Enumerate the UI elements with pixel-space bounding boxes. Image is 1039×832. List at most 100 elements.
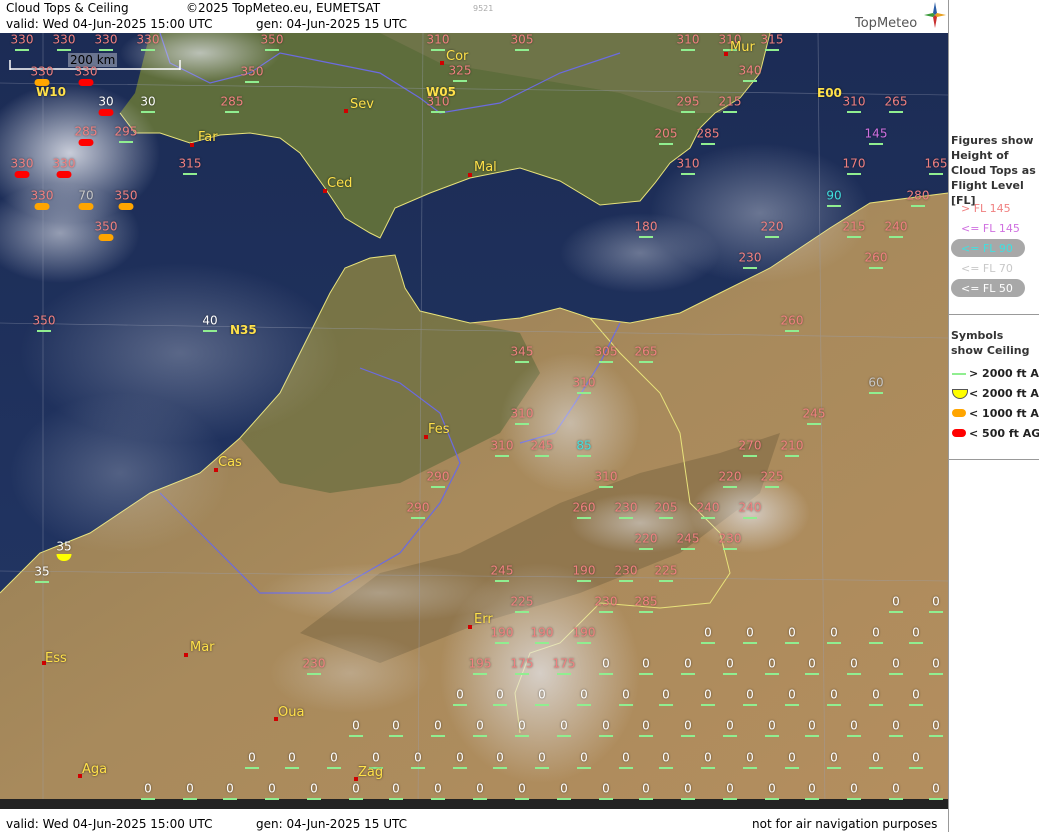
ceiling-symbol [577,455,591,457]
cloud-top-label: 0 [704,750,712,765]
cloud-top-label: 0 [268,781,276,796]
ceiling-symbol [785,455,799,457]
cloud-top-label: 230 [302,656,326,671]
city-label: Oua [278,705,305,720]
cloud-top-label: 40 [202,313,218,328]
ceiling-symbol [78,139,94,146]
ceiling-symbol [869,143,883,145]
cloud-top-label: 240 [696,500,720,515]
ceiling-symbol [577,767,591,769]
cloud-top-label: 330 [52,32,76,47]
ceiling-symbol [869,642,883,644]
ceiling-symbol [869,704,883,706]
cloud-top-label: 0 [768,656,776,671]
ceiling-symbol [723,673,737,675]
footer-generated-time: gen: 04-Jun-2025 15 UTC [256,817,408,831]
cloud-top-label: 230 [614,563,638,578]
ceiling-symbol [807,423,821,425]
cloud-top-label: 170 [842,156,866,171]
cloud-top-label: 315 [178,156,202,171]
ceiling-symbol [431,111,445,113]
cloud-top-label: 330 [10,156,34,171]
grid-label: N35 [230,323,257,337]
cloud-top-label: 0 [476,781,484,796]
cloud-top-label: 90 [826,188,842,203]
city-label: Mal [474,160,497,175]
cloud-top-label: 145 [864,126,888,141]
ceiling-symbol [639,361,653,363]
ceiling-symbol [493,704,507,706]
cloud-top-label: 0 [476,718,484,733]
ceiling-symbol [453,704,467,706]
cloud-top-label: 0 [808,718,816,733]
ceiling-symbol [473,735,487,737]
ceiling-symbol [723,798,737,800]
ceiling-symbol [847,673,861,675]
ceiling-symbol [889,111,903,113]
cloud-top-label: 350 [32,313,56,328]
cloud-top-label: 230 [718,531,742,546]
ceiling-symbol [889,236,903,238]
cloud-top-label: 0 [538,750,546,765]
cloud-top-label: 30 [98,94,114,109]
cloud-top-label: 315 [760,32,784,47]
ceiling-symbol [869,392,883,394]
cloud-top-label: 0 [144,781,152,796]
legend-ceiling-item: < 2000 ft AGL [969,387,1039,400]
legend-ceiling-heading: Symbols show Ceiling [951,329,1030,357]
cloud-top-label: 310 [572,375,596,390]
cloud-top-label: 190 [490,625,514,640]
cloud-top-label: 215 [842,219,866,234]
cloud-top-label: 0 [830,687,838,702]
cloud-top-label: 330 [52,156,76,171]
ceiling-symbol [743,455,757,457]
cloud-top-label: 0 [622,687,630,702]
ceiling-symbol [889,611,903,613]
ceiling-symbol [639,798,653,800]
ceiling-symbol [599,798,613,800]
map-title: Cloud Tops & Ceiling [6,1,129,15]
cloud-top-label: 205 [654,126,678,141]
cloud-top-label: 260 [864,250,888,265]
cloud-top-label: 240 [884,219,908,234]
city-label: Zag [358,765,384,780]
cloud-top-label: 0 [392,781,400,796]
ceiling-symbol [515,798,529,800]
city-label: Aga [82,762,108,777]
ceiling-symbol [495,455,509,457]
city-marker [184,653,188,657]
cloud-top-label: 0 [892,781,900,796]
ceiling-symbol [473,798,487,800]
cloud-top-label: 230 [614,500,638,515]
grid-label: W05 [426,85,456,99]
cloud-top-label: 0 [726,718,734,733]
city-label: Fes [428,422,450,437]
cloud-top-label: 0 [746,625,754,640]
cloud-top-label: 225 [654,563,678,578]
ceiling-symbol [99,49,113,51]
cloud-top-label: 330 [74,64,98,79]
cloud-top-label: 310 [842,94,866,109]
cloud-top-label: 0 [330,750,338,765]
cloud-top-label: 310 [676,156,700,171]
ceiling-symbol [681,735,695,737]
cloud-top-label: 330 [136,32,160,47]
ceiling-symbol [515,361,529,363]
ceiling-symbol [785,767,799,769]
ceiling-symbol [743,517,757,519]
cloud-top-label: 0 [518,781,526,796]
cloud-top-label: 270 [738,438,762,453]
cloud-top-label: 0 [912,750,920,765]
ceiling-symbol [929,673,943,675]
ceiling-symbol [889,673,903,675]
valid-time: valid: Wed 04-Jun-2025 15:00 UTC [6,17,213,31]
ceiling-symbol [743,80,757,82]
cloud-top-label: 85 [576,438,592,453]
cloud-top-label: 245 [530,438,554,453]
ceiling-symbol [765,735,779,737]
cloud-top-label: 0 [788,687,796,702]
ceiling-symbol [265,798,279,800]
ceiling-symbol [431,798,445,800]
cloud-top-label: 0 [768,781,776,796]
ceiling-symbol [535,642,549,644]
